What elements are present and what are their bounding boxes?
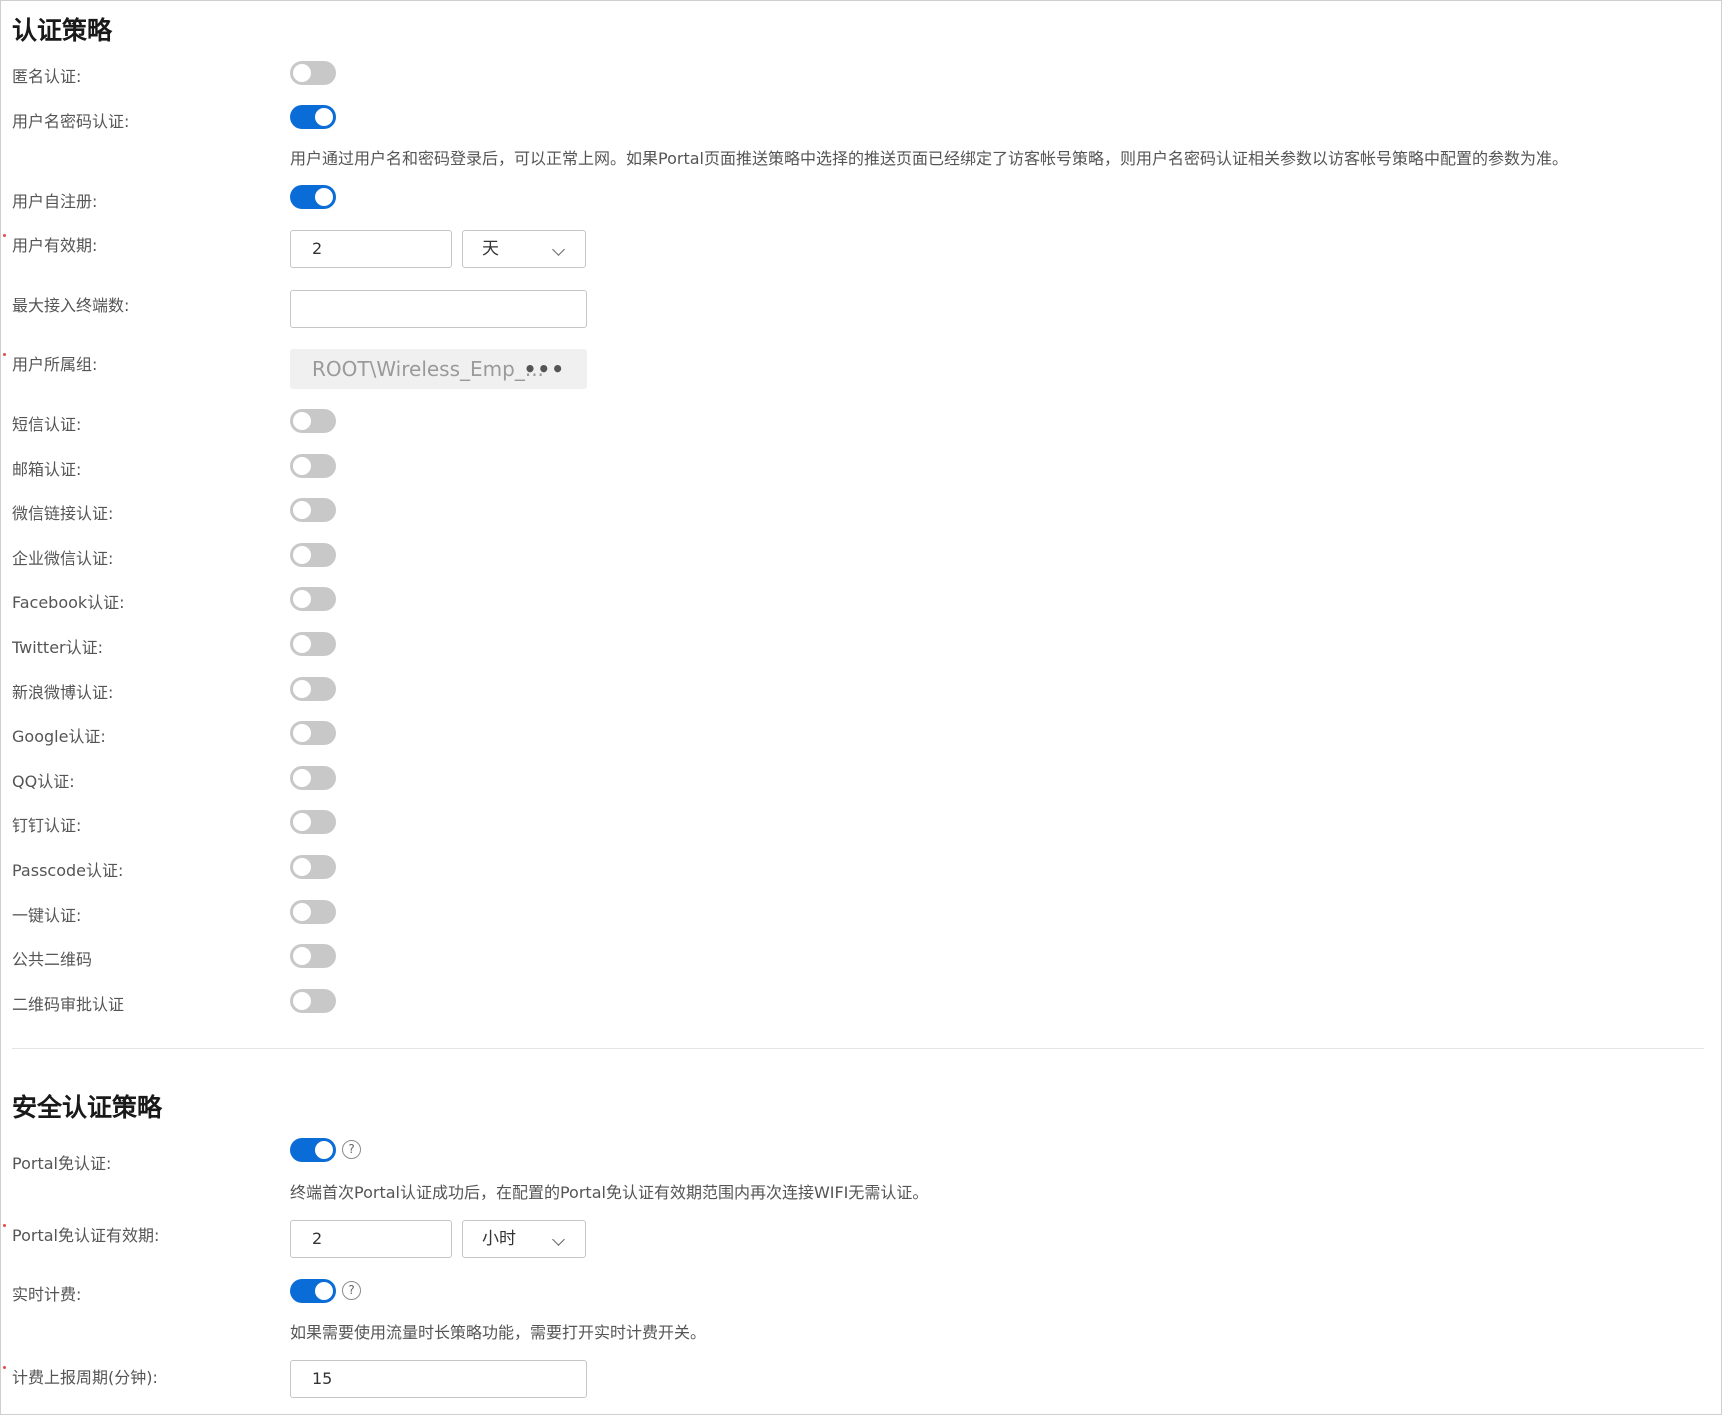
portal-free-auth-toggle[interactable] [290, 1138, 336, 1162]
toggle-knob [293, 546, 311, 564]
user-validity-unit-value: 天 [482, 239, 499, 259]
portal-free-validity-label: Portal免认证有效期: [12, 1226, 160, 1245]
auth-method-label: Google认证: [12, 727, 106, 746]
required-marker [3, 353, 6, 356]
auth-method-toggle[interactable] [290, 944, 336, 968]
auth-method-toggle[interactable] [290, 855, 336, 879]
auth-method-label: 公共二维码 [12, 950, 93, 969]
auth-method-toggle[interactable] [290, 587, 336, 611]
section-divider [12, 1048, 1704, 1049]
user-validity-unit-select[interactable]: 天 [462, 230, 586, 268]
toggle-knob [315, 1282, 333, 1300]
portal-free-hint: 终端首次Portal认证成功后，在配置的Portal免认证有效期范围内再次连接W… [290, 1183, 929, 1202]
realtime-billing-label: 实时计费: [12, 1285, 82, 1304]
toggle-knob [293, 635, 311, 653]
portal-free-auth-label: Portal免认证: [12, 1154, 112, 1173]
toggle-knob [293, 769, 311, 787]
max-terminals-input[interactable] [290, 290, 587, 328]
auth-method-label: 微信链接认证: [12, 504, 114, 523]
toggle-knob [293, 813, 311, 831]
toggle-knob [293, 992, 311, 1010]
help-icon[interactable]: ? [342, 1140, 361, 1159]
chevron-down-icon [552, 243, 565, 256]
anonymous-auth-label: 匿名认证: [12, 67, 82, 86]
settings-panel: 认证策略 匿名认证: 用户名密码认证: 用户通过用户名和密码登录后，可以正常上网… [0, 0, 1722, 1415]
toggle-knob [315, 108, 333, 126]
auth-method-toggle[interactable] [290, 900, 336, 924]
portal-free-validity-unit-select[interactable]: 小时 [462, 1220, 586, 1258]
realtime-billing-hint: 如果需要使用流量时长策略功能，需要打开实时计费开关。 [290, 1323, 707, 1342]
auth-method-toggle[interactable] [290, 810, 336, 834]
required-marker [3, 1224, 6, 1227]
auth-method-toggle[interactable] [290, 989, 336, 1013]
billing-period-input[interactable]: 15 [290, 1360, 587, 1398]
max-terminals-label: 最大接入终端数: [12, 296, 130, 315]
auth-method-toggle[interactable] [290, 766, 336, 790]
username-password-auth-label: 用户名密码认证: [12, 112, 130, 131]
auth-method-label: Facebook认证: [12, 593, 125, 612]
auth-method-label: 钉钉认证: [12, 816, 82, 835]
toggle-knob [315, 188, 333, 206]
toggle-knob [293, 947, 311, 965]
toggle-knob [293, 412, 311, 430]
user-group-value: ROOT\Wireless_Emp_... [312, 357, 544, 381]
toggle-knob [315, 1141, 333, 1159]
toggle-knob [293, 457, 311, 475]
toggle-knob [293, 680, 311, 698]
auth-method-label: 企业微信认证: [12, 549, 114, 568]
auth-method-toggle[interactable] [290, 721, 336, 745]
billing-period-label: 计费上报周期(分钟): [12, 1368, 158, 1387]
username-password-hint: 用户通过用户名和密码登录后，可以正常上网。如果Portal页面推送策略中选择的推… [290, 149, 1568, 168]
self-register-toggle[interactable] [290, 185, 336, 209]
self-register-label: 用户自注册: [12, 192, 98, 211]
toggle-knob [293, 501, 311, 519]
auth-method-label: 一键认证: [12, 906, 82, 925]
required-marker [3, 1366, 6, 1369]
auth-method-label: Passcode认证: [12, 861, 124, 880]
user-validity-input[interactable]: 2 [290, 230, 452, 268]
auth-policy-title: 认证策略 [12, 16, 113, 45]
auth-method-toggle[interactable] [290, 632, 336, 656]
auth-method-toggle[interactable] [290, 498, 336, 522]
required-marker [3, 234, 6, 237]
user-group-field[interactable]: ROOT\Wireless_Emp_... ••• [290, 349, 587, 389]
anonymous-auth-toggle[interactable] [290, 61, 336, 85]
more-icon[interactable]: ••• [524, 349, 565, 389]
realtime-billing-toggle[interactable] [290, 1279, 336, 1303]
auth-method-label: 邮箱认证: [12, 460, 82, 479]
auth-method-label: QQ认证: [12, 772, 75, 791]
auth-method-toggle[interactable] [290, 454, 336, 478]
auth-method-toggle[interactable] [290, 543, 336, 567]
user-group-label: 用户所属组: [12, 355, 98, 374]
toggle-knob [293, 903, 311, 921]
toggle-knob [293, 858, 311, 876]
chevron-down-icon [552, 1233, 565, 1246]
toggle-knob [293, 64, 311, 82]
portal-free-validity-input[interactable]: 2 [290, 1220, 452, 1258]
toggle-knob [293, 590, 311, 608]
auth-method-label: 新浪微博认证: [12, 683, 114, 702]
toggle-knob [293, 724, 311, 742]
portal-free-validity-unit-value: 小时 [482, 1229, 516, 1249]
auth-method-label: 二维码审批认证 [12, 995, 125, 1014]
security-policy-title: 安全认证策略 [12, 1093, 163, 1122]
help-icon[interactable]: ? [342, 1281, 361, 1300]
user-validity-label: 用户有效期: [12, 236, 98, 255]
auth-method-label: Twitter认证: [12, 638, 104, 657]
auth-method-label: 短信认证: [12, 415, 82, 434]
auth-method-toggle[interactable] [290, 409, 336, 433]
username-password-auth-toggle[interactable] [290, 105, 336, 129]
auth-method-toggle[interactable] [290, 677, 336, 701]
